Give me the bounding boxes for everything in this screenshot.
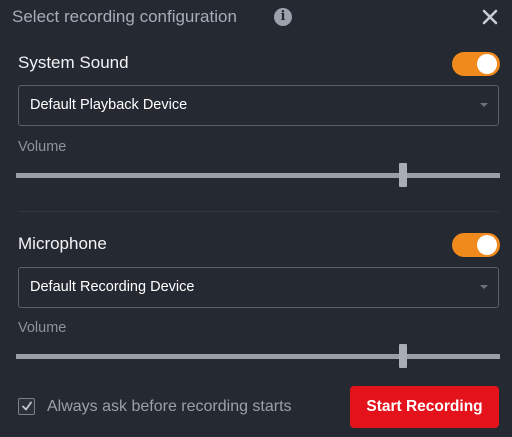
microphone-volume-label: Volume [18,320,67,336]
recording-device-select[interactable]: Default Recording Device [18,267,499,308]
title-bar: Select recording configuration i [0,0,512,34]
slider-thumb[interactable] [399,344,408,368]
system-volume-slider[interactable] [16,163,500,187]
slider-thumb[interactable] [399,163,408,187]
toggle-knob [477,54,497,74]
microphone-volume-slider[interactable] [16,344,500,368]
playback-device-select[interactable]: Default Playback Device [18,85,499,126]
recording-device-value: Default Recording Device [30,279,195,295]
playback-device-value: Default Playback Device [30,97,188,113]
start-recording-button[interactable]: Start Recording [350,386,499,428]
system-sound-label: System Sound [18,53,129,72]
slider-track [16,173,500,178]
caret-down-icon [480,103,488,107]
slider-track [16,354,500,359]
section-divider [18,211,499,212]
dialog-title: Select recording configuration [12,7,237,26]
always-ask-checkbox[interactable] [18,398,35,415]
microphone-toggle[interactable] [452,233,500,257]
microphone-label: Microphone [18,234,107,253]
system-sound-toggle[interactable] [452,52,500,76]
toggle-knob [477,235,497,255]
caret-down-icon [480,285,488,289]
info-icon[interactable]: i [274,8,292,26]
always-ask-label: Always ask before recording starts [47,398,292,415]
checkmark-icon [22,401,32,411]
system-volume-label: Volume [18,139,67,155]
recording-config-dialog: Select recording configuration i System … [0,0,512,437]
close-icon[interactable] [480,6,500,28]
